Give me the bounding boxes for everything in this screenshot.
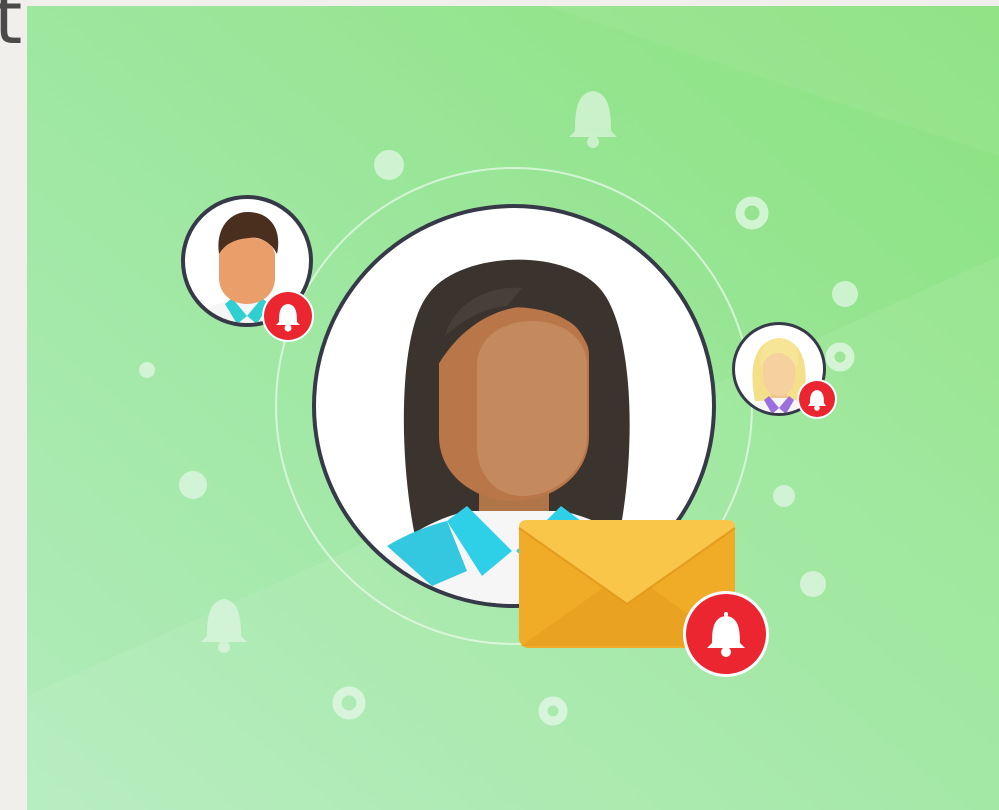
bell-badge xyxy=(262,290,314,342)
bell-badge xyxy=(683,591,769,677)
cropped-heading-text: t xyxy=(0,0,23,60)
bell-badge xyxy=(797,379,837,419)
notification-illustration xyxy=(27,6,999,810)
